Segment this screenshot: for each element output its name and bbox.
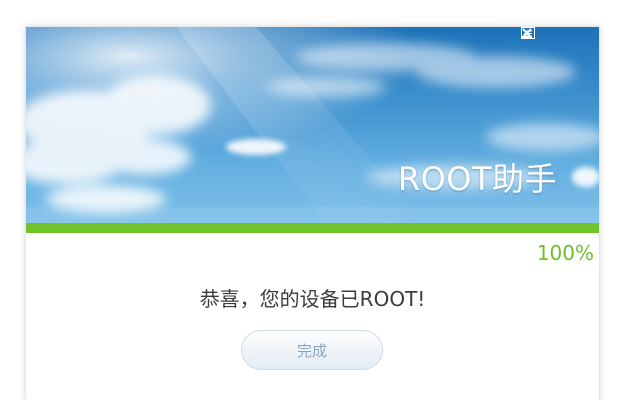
close-button[interactable]: [522, 27, 599, 47]
progress-percent: 100%: [536, 241, 594, 265]
close-icon: [522, 28, 532, 38]
sky-banner: ROOT助手: [26, 27, 599, 223]
app-title: ROOT助手: [397, 160, 557, 198]
root-assistant-window: ROOT助手 100% 恭喜，您的设备已ROOT! 完成: [26, 27, 599, 400]
window-controls: [521, 27, 599, 47]
done-button[interactable]: 完成: [241, 330, 383, 370]
minimize-button[interactable]: [522, 27, 573, 47]
progress-bar-fill: [26, 223, 599, 233]
success-message: 恭喜，您的设备已ROOT!: [199, 287, 426, 311]
progress-bar: [26, 223, 599, 233]
screen: ROOT助手 100% 恭喜，您的设备已ROOT! 完成: [0, 0, 625, 400]
